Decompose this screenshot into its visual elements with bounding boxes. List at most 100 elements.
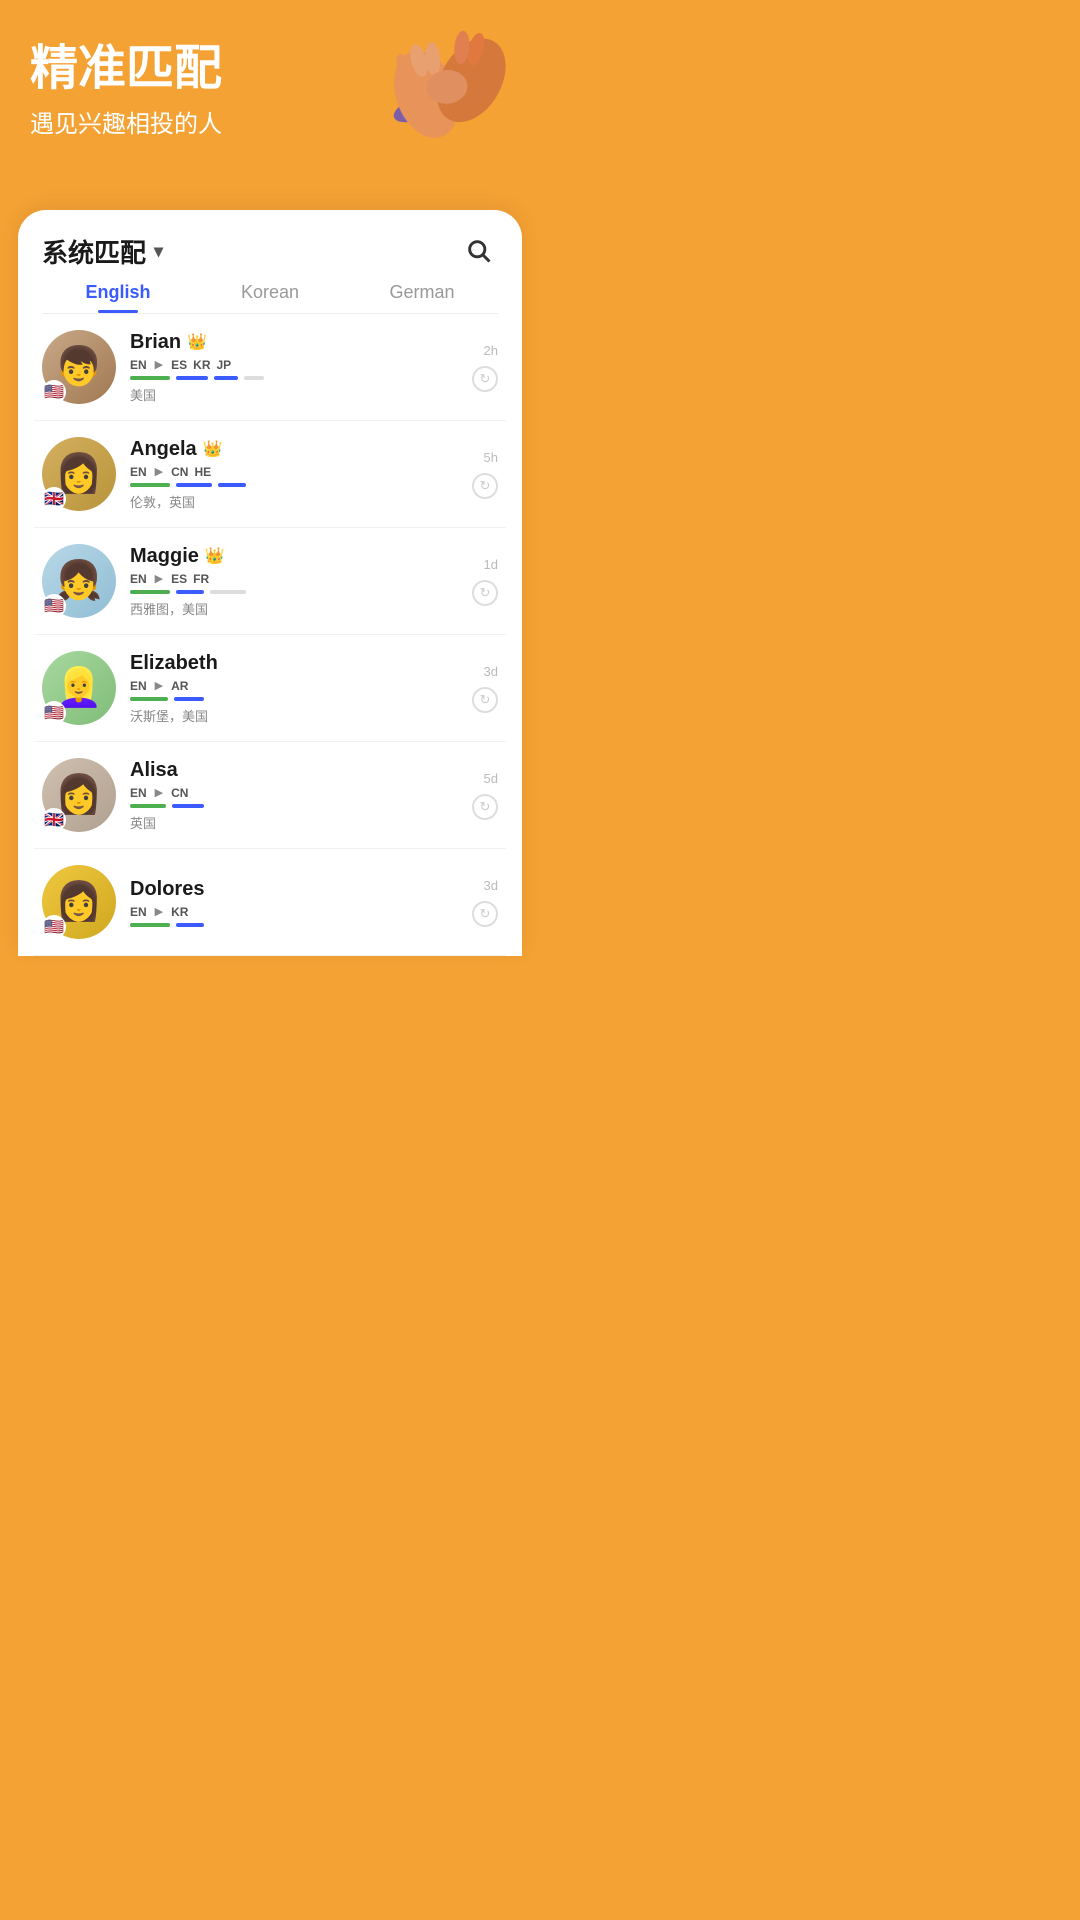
progress-bar bbox=[176, 590, 204, 594]
user-name: Alisa bbox=[130, 759, 178, 782]
lang-row: EN ▶ KR bbox=[130, 905, 458, 919]
tab-german[interactable]: German bbox=[346, 282, 498, 313]
arrow-right-icon: ▶ bbox=[155, 572, 163, 585]
user-location: 西雅图，美国 bbox=[130, 599, 458, 618]
refresh-button[interactable]: ↻ bbox=[472, 687, 498, 713]
refresh-button[interactable]: ↻ bbox=[472, 366, 498, 392]
lang-tag-native: EN bbox=[130, 786, 147, 800]
right-col: 5d ↻ bbox=[472, 771, 498, 820]
list-item[interactable]: 👩 🇺🇸 Dolores EN ▶ KR 3d ↻ bbox=[34, 849, 506, 956]
lang-tag-learning: ES bbox=[171, 572, 187, 586]
progress-bar bbox=[214, 376, 238, 380]
time-label: 3d bbox=[484, 878, 498, 893]
lang-tag-learning: KR bbox=[171, 905, 188, 919]
lang-bars bbox=[130, 804, 458, 808]
progress-bar bbox=[244, 376, 264, 380]
progress-bar bbox=[130, 923, 170, 927]
search-bar-row: 系统匹配 ▾ bbox=[18, 210, 522, 270]
list-item[interactable]: 👧 🇺🇸 Maggie 👑 EN▶ESFR 西雅图，美国 1d ↻ bbox=[34, 528, 506, 635]
progress-bar bbox=[172, 804, 204, 808]
refresh-button[interactable]: ↻ bbox=[472, 901, 498, 927]
arrow-right-icon: ▶ bbox=[155, 679, 163, 692]
lang-tag-native: EN bbox=[130, 679, 147, 693]
progress-bar bbox=[176, 923, 204, 927]
progress-bar bbox=[174, 697, 204, 701]
avatar: 👩 🇺🇸 bbox=[42, 865, 116, 939]
lang-tag-native: EN bbox=[130, 572, 147, 586]
avatar: 👱‍♀️ 🇺🇸 bbox=[42, 651, 116, 725]
list-item[interactable]: 👩 🇬🇧 Angela 👑 EN▶CNHE 伦敦，英国 5h ↻ bbox=[34, 421, 506, 528]
crown-icon: 👑 bbox=[205, 546, 225, 566]
user-name: Brian bbox=[130, 331, 181, 354]
lang-row: EN▶ESKRJP bbox=[130, 358, 458, 372]
lang-bars bbox=[130, 590, 458, 594]
search-icon bbox=[465, 237, 493, 265]
progress-bar bbox=[130, 483, 170, 487]
lang-tag-learning: CN bbox=[171, 465, 188, 479]
user-info: Alisa EN ▶ CN 英国 bbox=[130, 759, 458, 832]
right-col: 5h ↻ bbox=[472, 450, 498, 499]
progress-bar bbox=[130, 590, 170, 594]
tab-korean[interactable]: Korean bbox=[194, 282, 346, 313]
user-location: 英国 bbox=[130, 813, 458, 832]
lang-row: EN ▶ CN bbox=[130, 786, 458, 800]
progress-bar bbox=[130, 376, 170, 380]
user-name: Maggie bbox=[130, 545, 199, 568]
user-location: 美国 bbox=[130, 385, 458, 404]
progress-bar bbox=[176, 376, 208, 380]
list-item[interactable]: 👩 🇬🇧 Alisa EN ▶ CN 英国 5d ↻ bbox=[34, 742, 506, 849]
flag-badge: 🇬🇧 bbox=[42, 808, 66, 832]
avatar: 👩 🇬🇧 bbox=[42, 437, 116, 511]
tab-english[interactable]: English bbox=[42, 282, 194, 313]
arrow-right-icon: ▶ bbox=[155, 465, 163, 478]
flag-badge: 🇺🇸 bbox=[42, 594, 66, 618]
right-col: 3d ↻ bbox=[472, 664, 498, 713]
lang-tag-learning: JP bbox=[217, 358, 232, 372]
arrow-right-icon: ▶ bbox=[155, 786, 163, 799]
lang-tag-native: EN bbox=[130, 465, 147, 479]
crown-icon: 👑 bbox=[187, 332, 207, 352]
user-name: Angela bbox=[130, 438, 197, 461]
search-button[interactable] bbox=[460, 232, 498, 270]
user-name: Elizabeth bbox=[130, 652, 218, 675]
flag-badge: 🇬🇧 bbox=[42, 487, 66, 511]
lang-bars bbox=[130, 923, 458, 927]
lang-tag-learning: AR bbox=[171, 679, 188, 693]
handshake-icon bbox=[370, 10, 520, 160]
time-label: 1d bbox=[484, 557, 498, 572]
progress-bar bbox=[130, 804, 166, 808]
time-label: 2h bbox=[484, 343, 498, 358]
progress-bar bbox=[210, 590, 246, 594]
progress-bar bbox=[218, 483, 246, 487]
list-item[interactable]: 👱‍♀️ 🇺🇸 Elizabeth EN ▶ AR 沃斯堡，美国 3d ↻ bbox=[34, 635, 506, 742]
right-col: 1d ↻ bbox=[472, 557, 498, 606]
progress-bar bbox=[130, 697, 168, 701]
user-list: 👦 🇺🇸 Brian 👑 EN▶ESKRJP 美国 2h ↻ 👩 bbox=[18, 314, 522, 956]
lang-tag-learning: ES bbox=[171, 358, 187, 372]
user-info: Angela 👑 EN▶CNHE 伦敦，英国 bbox=[130, 438, 458, 511]
avatar: 👩 🇬🇧 bbox=[42, 758, 116, 832]
lang-tag-native: EN bbox=[130, 905, 147, 919]
search-label[interactable]: 系统匹配 ▾ bbox=[42, 233, 163, 270]
lang-tag-learning: FR bbox=[193, 572, 209, 586]
user-name: Dolores bbox=[130, 878, 204, 901]
refresh-button[interactable]: ↻ bbox=[472, 580, 498, 606]
lang-row: EN ▶ ES FR bbox=[130, 572, 458, 586]
list-item[interactable]: 👦 🇺🇸 Brian 👑 EN▶ESKRJP 美国 2h ↻ bbox=[34, 314, 506, 421]
flag-badge: 🇺🇸 bbox=[42, 380, 66, 404]
tab-bar: English Korean German bbox=[42, 270, 498, 314]
user-location: 沃斯堡，美国 bbox=[130, 706, 458, 725]
arrow-right-icon: ▶ bbox=[155, 905, 163, 918]
lang-tag-learning: HE bbox=[194, 465, 211, 479]
progress-bar bbox=[176, 483, 212, 487]
lang-bars bbox=[130, 376, 458, 380]
flag-badge: 🇺🇸 bbox=[42, 915, 66, 939]
user-info: Brian 👑 EN▶ESKRJP 美国 bbox=[130, 331, 458, 404]
refresh-button[interactable]: ↻ bbox=[472, 794, 498, 820]
user-info: Elizabeth EN ▶ AR 沃斯堡，美国 bbox=[130, 652, 458, 725]
refresh-button[interactable]: ↻ bbox=[472, 473, 498, 499]
lang-tag-learning: CN bbox=[171, 786, 188, 800]
arrow-right-icon: ▶ bbox=[155, 358, 163, 371]
lang-bars bbox=[130, 697, 458, 701]
time-label: 5d bbox=[484, 771, 498, 786]
